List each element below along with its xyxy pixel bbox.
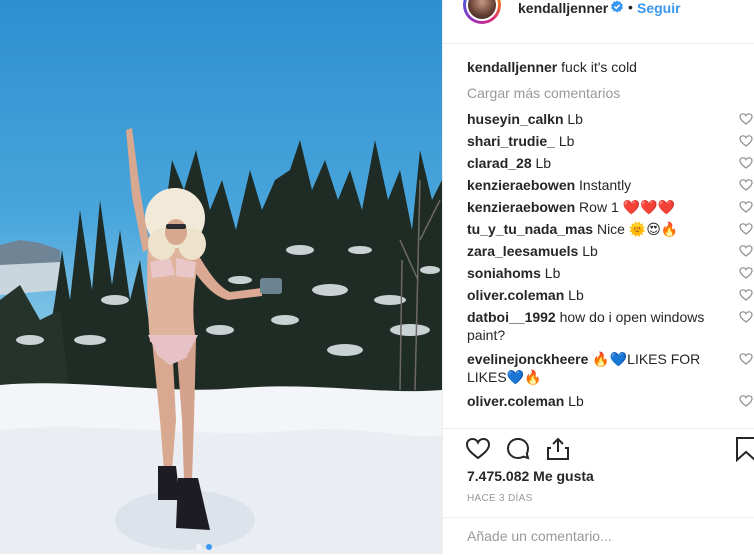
comment-item: shari_trudie_ Lb [467,132,753,150]
comment-like-icon[interactable] [739,266,753,280]
comment-item: zara_leesamuels Lb [467,242,753,260]
post-photo[interactable] [0,0,442,554]
post-sidebar: kendalljenner • Seguir kendalljenner fuc… [442,0,754,554]
caption-username[interactable]: kendalljenner [467,59,557,75]
comment-bubble-icon[interactable] [505,436,531,462]
comment-like-icon[interactable] [739,156,753,170]
comment-username[interactable]: datboi__1992 [467,309,556,325]
separator-dot: • [628,0,633,15]
comment-text: Lb [568,287,584,303]
comment-text: Lb [567,111,583,127]
comment-input[interactable] [467,528,727,544]
comment-item: kenzieraebowen Row 1 ❤️❤️❤️ [467,198,753,216]
comment-like-icon[interactable] [739,200,753,214]
comment-like-icon[interactable] [739,178,753,192]
comment-username[interactable]: soniahoms [467,265,541,281]
add-comment-area [443,517,754,555]
comment-username[interactable]: zara_leesamuels [467,243,578,259]
post-header: kendalljenner • Seguir [443,0,754,44]
post-caption: kendalljenner fuck it's cold [467,58,743,76]
comment-username[interactable]: huseyin_calkn [467,111,564,127]
comment-username[interactable]: oliver.coleman [467,287,564,303]
likes-count[interactable]: 7.475.082 Me gusta [467,468,594,484]
comment-text: Lb [582,243,598,259]
comment-like-icon[interactable] [739,310,753,324]
comment-like-icon[interactable] [739,288,753,302]
photo-scene [0,128,442,554]
caption-text: fuck it's cold [561,59,637,75]
comment-like-icon[interactable] [739,244,753,258]
comment-text: Lb [544,265,561,281]
comment-item: datboi__1992 how do i open windows paint… [467,308,753,344]
comment-text: Lb [558,133,575,149]
comment-username[interactable]: evelinejonckheere [467,351,588,367]
comment-item: oliver.coleman Lb [467,286,753,304]
comment-like-icon[interactable] [739,134,753,148]
comment-like-icon[interactable] [739,222,753,236]
carousel-indicator [196,544,212,550]
comment-item: huseyin_calkn Lb [467,110,753,128]
comment-text: Nice 🌞😍🔥 [596,221,679,237]
comment-item: kenzieraebowen Instantly [467,176,753,194]
comment-item: evelinejonckheere 🔥💙LIKES FOR LIKES💙🔥 [467,350,753,386]
verified-badge-icon [611,0,623,13]
comment-text: Instantly [579,177,632,193]
comment-username[interactable]: clarad_28 [467,155,532,171]
comment-username[interactable]: oliver.coleman [467,393,564,409]
comment-username[interactable]: kenzieraebowen [467,177,575,193]
bookmark-icon[interactable] [733,436,754,462]
comment-like-icon[interactable] [739,112,753,126]
carousel-dot-active [206,544,212,550]
comment-text: Row 1 ❤️❤️❤️ [579,199,675,215]
comment-text: Lb [535,155,552,171]
carousel-dot [196,544,202,550]
comment-text: Lb [568,393,584,409]
share-icon[interactable] [545,436,571,462]
comments-list: kendalljenner fuck it's cold Cargar más … [467,58,753,410]
post-actions: 7.475.082 Me gusta HACE 3 DÍAS [443,428,754,554]
comment-item: clarad_28 Lb [467,154,753,172]
comment-item: tu_y_tu_nada_mas Nice 🌞😍🔥 [467,220,753,238]
post-timestamp: HACE 3 DÍAS [467,493,533,504]
avatar[interactable] [463,0,501,24]
follow-button[interactable]: Seguir [637,0,681,16]
load-more-comments[interactable]: Cargar más comentarios [467,84,743,102]
comment-item: soniahoms Lb [467,264,753,282]
comment-like-icon[interactable] [739,394,753,408]
comment-like-icon[interactable] [739,352,753,366]
comment-username[interactable]: shari_trudie_ [467,133,555,149]
header-username[interactable]: kendalljenner [518,0,608,16]
heart-outline-icon[interactable] [465,436,491,462]
comment-username[interactable]: kenzieraebowen [467,199,575,215]
comment-username[interactable]: tu_y_tu_nada_mas [467,221,593,237]
comment-item: oliver.coleman Lb [467,392,753,410]
